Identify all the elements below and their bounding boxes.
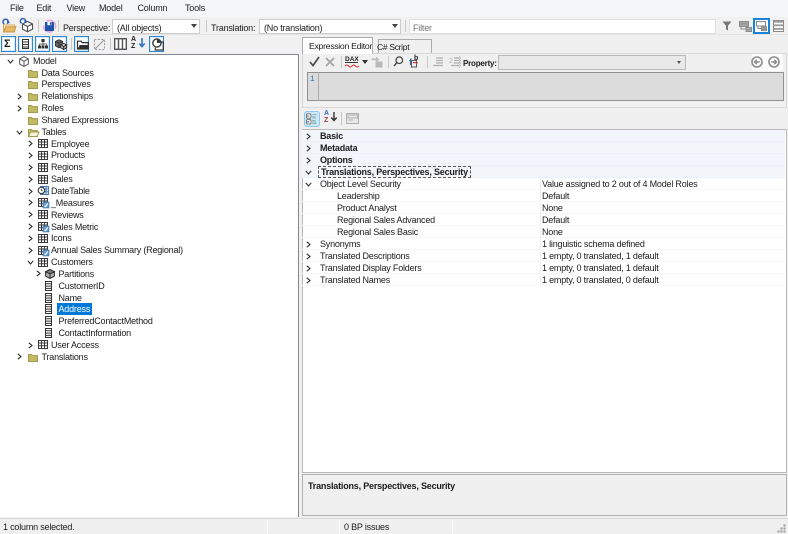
svg-text:2: 2 <box>449 58 453 65</box>
